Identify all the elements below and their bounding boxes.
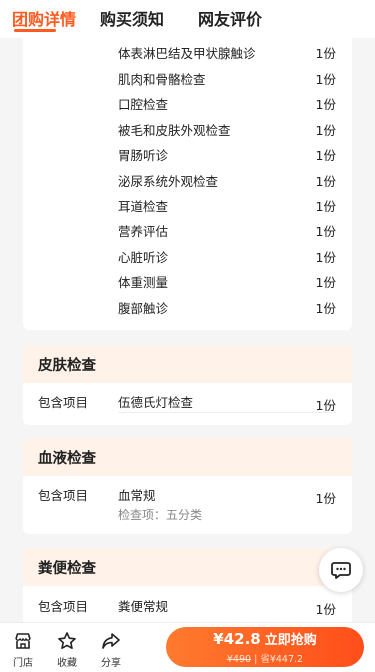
top-tab-bar: 团购详情 购买须知 网友评价 (0, 0, 375, 38)
item-name: 泌尿系统外观检查 (118, 174, 219, 189)
item-qty: 1份 (315, 199, 336, 214)
customer-service-button[interactable] (319, 548, 363, 592)
divider (118, 412, 336, 413)
item-name: 体表淋巴结及甲状腺触诊 (118, 46, 256, 61)
favorite-label: 收藏 (57, 658, 77, 669)
chat-bubble-icon (331, 562, 351, 579)
item-qty: 1份 (315, 491, 336, 506)
buy-now-button[interactable]: ¥42.8 立即抢购 ¥490 | 省¥447.2 (166, 627, 364, 667)
item-qty: 1份 (315, 46, 336, 61)
item-qty: 1份 (315, 72, 336, 87)
share-button[interactable]: 分享 (91, 631, 131, 669)
exam-card-skin: 皮肤检查 包含项目 伍德氏灯检查 1份 (23, 345, 352, 425)
share-label: 分享 (101, 658, 121, 669)
exam-card-blood: 血液检查 包含项目 血常规 1份 检查项：五分类 (23, 438, 352, 534)
store-label: 门店 (13, 658, 33, 669)
item-name: 血常规 (118, 488, 156, 503)
item-qty: 1份 (315, 602, 336, 617)
item-qty: 1份 (315, 97, 336, 112)
active-tab-indicator (14, 29, 56, 32)
item-qty: 1份 (315, 301, 336, 316)
card-title: 粪便检查 (23, 548, 352, 586)
tab-deal-details[interactable]: 团购详情 (12, 0, 76, 30)
row-label: 包含项目 (38, 395, 89, 410)
item-name: 口腔检查 (118, 97, 169, 112)
item-name: 粪便常规 (118, 599, 169, 614)
item-qty: 1份 (315, 275, 336, 290)
detail-scroll-area[interactable]: 体表淋巴结及甲状腺触诊 1份 肌肉和骨骼检查 1份 口腔检查 1份 被毛和皮肤外观检查… (0, 38, 375, 622)
item-qty: 1份 (315, 123, 336, 138)
tab-reviews[interactable]: 网友评价 (198, 0, 262, 30)
item-name: 胃肠听诊 (118, 148, 169, 163)
store-icon (15, 633, 31, 649)
item-name: 体重测量 (118, 275, 169, 290)
card-title: 血液检查 (23, 438, 352, 476)
item-name: 伍德氏灯检查 (118, 395, 194, 410)
item-qty: 1份 (315, 224, 336, 239)
item-name: 肌肉和骨骼检查 (118, 72, 206, 87)
row-label: 包含项目 (38, 488, 89, 503)
item-name: 腹部触诊 (118, 301, 169, 316)
item-name: 被毛和皮肤外观检查 (118, 123, 231, 138)
deal-price: ¥42.8 (213, 630, 261, 648)
row-label: 包含项目 (38, 599, 89, 614)
favorite-button[interactable]: 收藏 (47, 631, 87, 669)
exam-card-general: 体表淋巴结及甲状腺触诊 1份 肌肉和骨骼检查 1份 口腔检查 1份 被毛和皮肤外观检查… (23, 38, 352, 330)
item-detail: 检查项：五分类 (118, 508, 203, 522)
tab-purchase-notes[interactable]: 购买须知 (100, 0, 164, 30)
original-price: ¥490 (226, 654, 252, 665)
card-title: 皮肤检查 (23, 345, 352, 383)
share-icon (102, 633, 120, 649)
item-qty: 1份 (315, 250, 336, 265)
bottom-action-bar: 门店 收藏 分享 ¥42.8 立即抢购 ¥490 | 省¥447.2 (0, 622, 375, 672)
item-name: 心脏听诊 (118, 250, 169, 265)
buy-now-label: 立即抢购 (264, 633, 317, 648)
item-qty: 1份 (315, 174, 336, 189)
star-icon (58, 632, 76, 649)
exam-card-stool: 粪便检查 包含项目 粪便常规 1份 (23, 548, 352, 622)
store-button[interactable]: 门店 (3, 631, 43, 669)
item-name: 营养评估 (118, 224, 169, 239)
savings-amount: 省¥447.2 (260, 654, 304, 665)
item-name: 耳道检查 (118, 199, 169, 214)
item-qty: 1份 (315, 148, 336, 163)
